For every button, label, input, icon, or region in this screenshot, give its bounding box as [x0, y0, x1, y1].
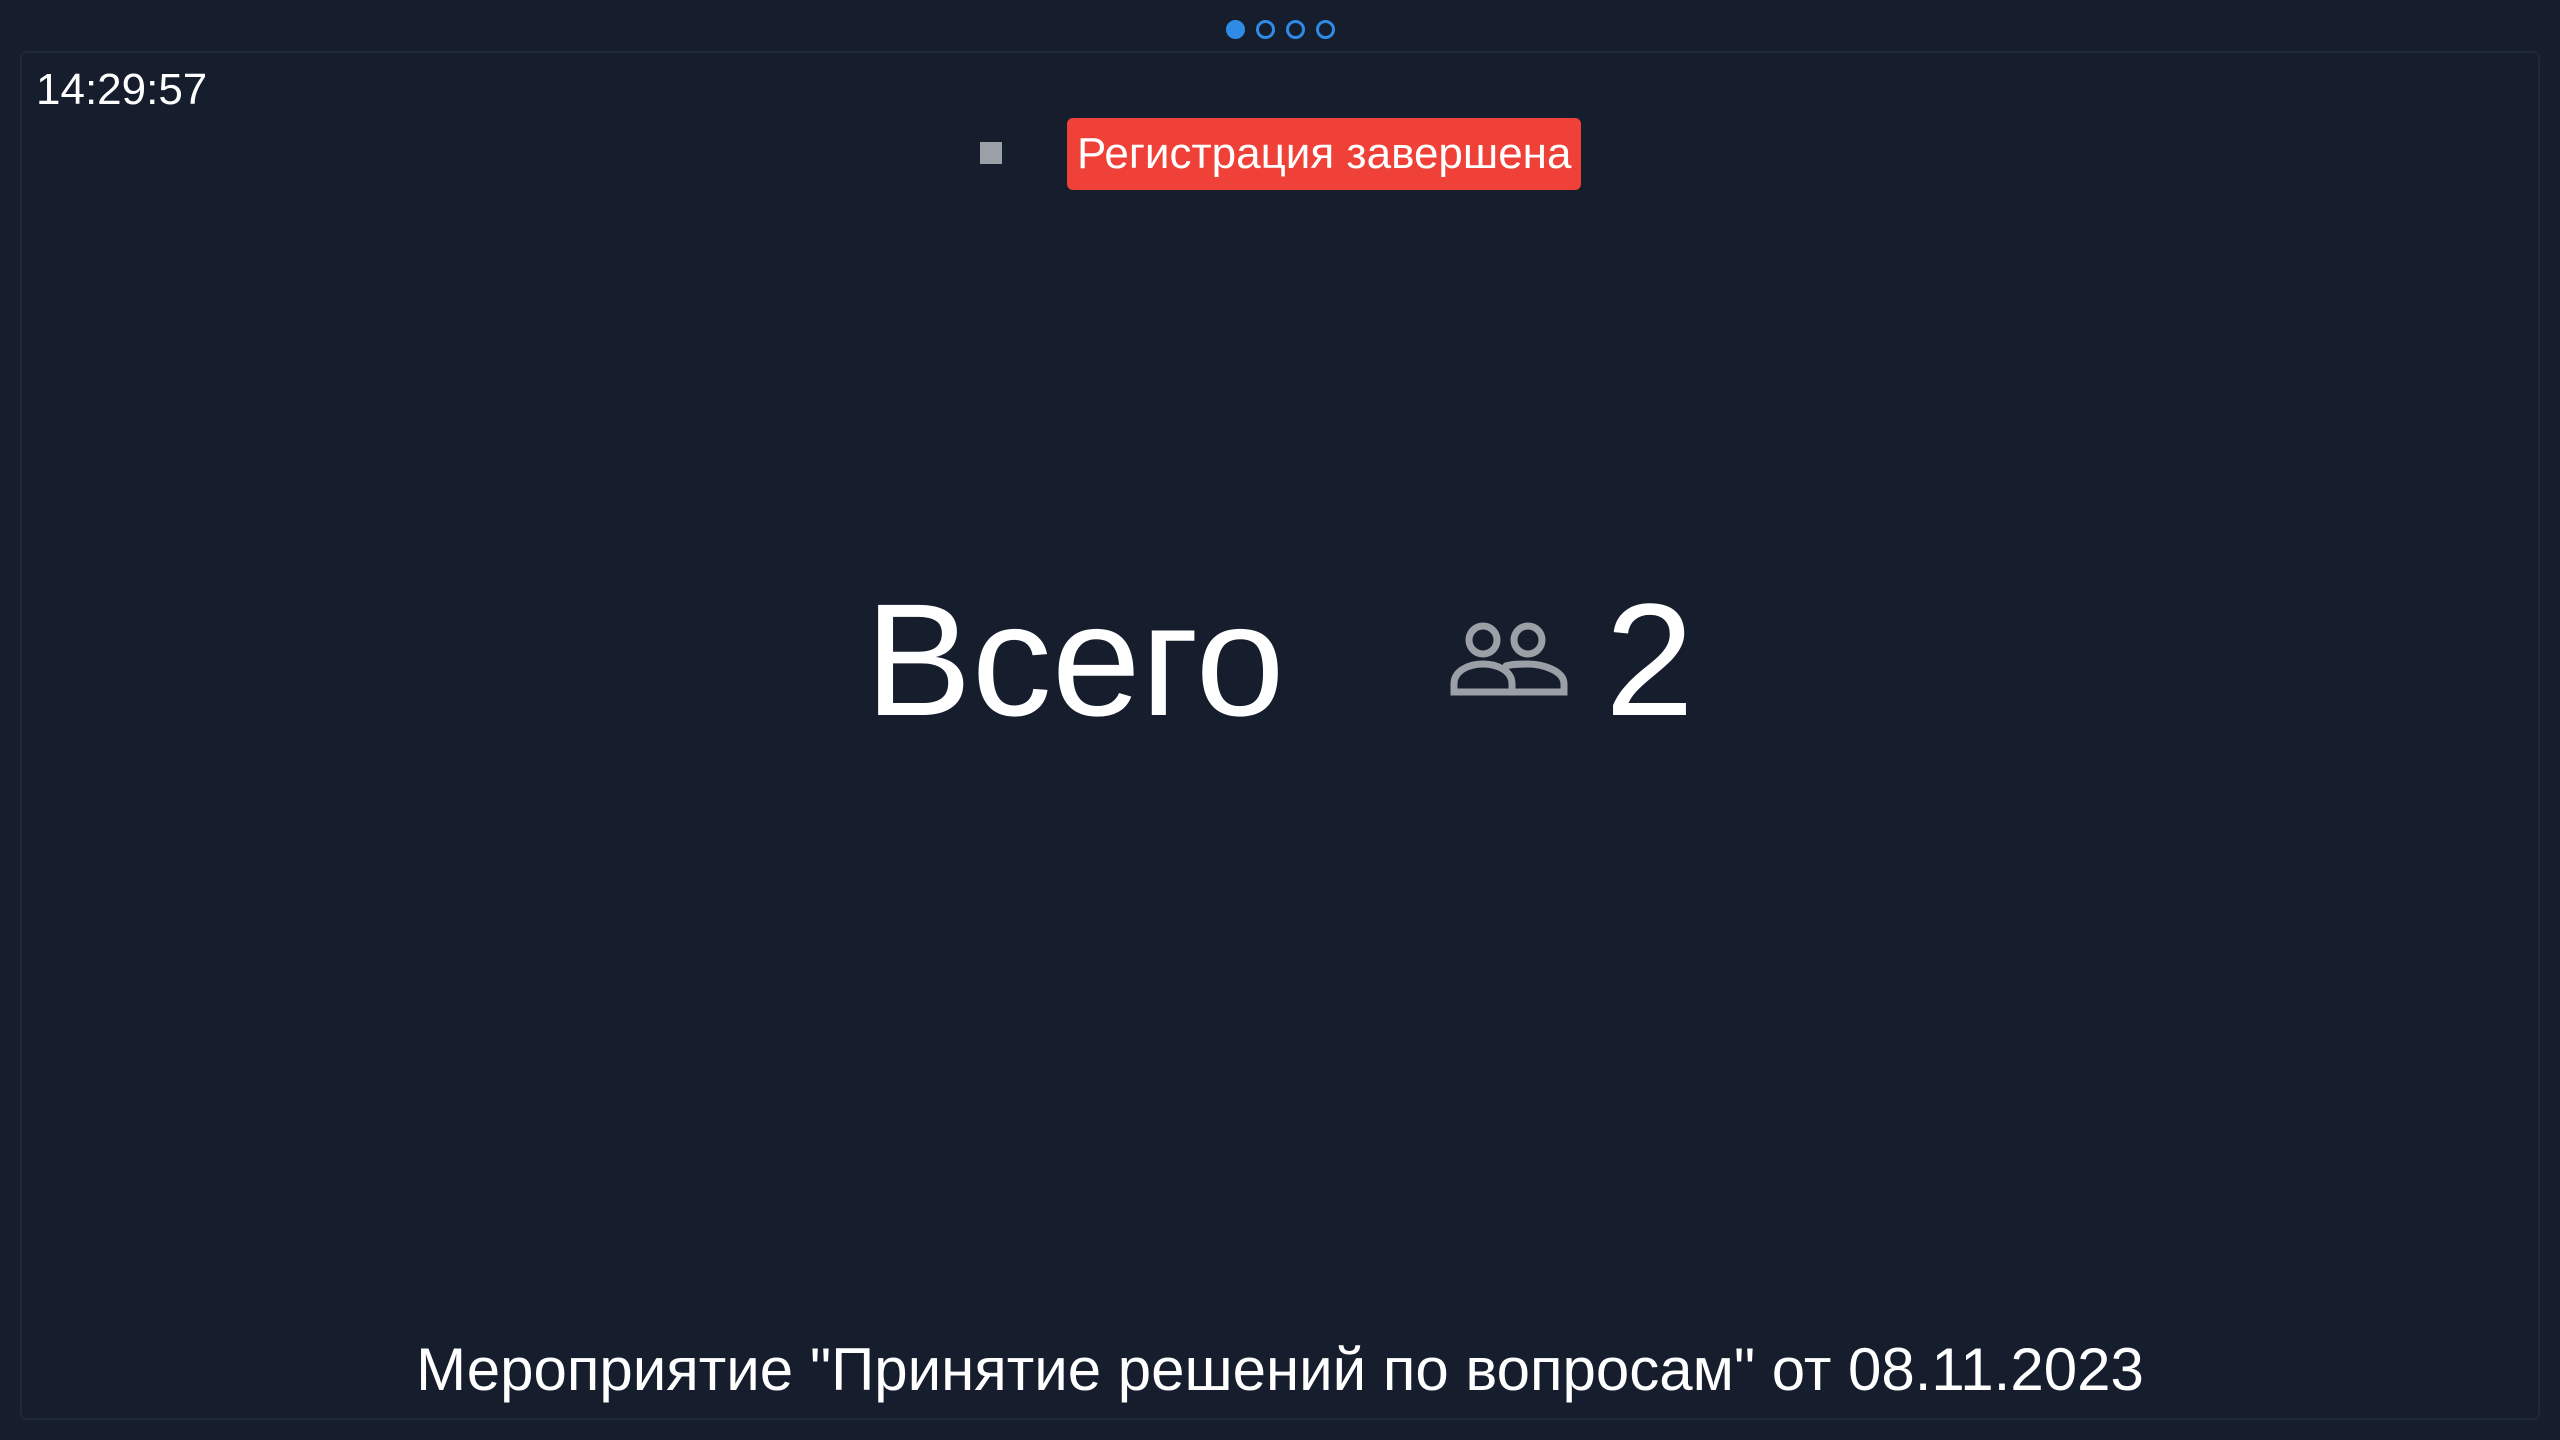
status-badge: Регистрация завершена: [1067, 118, 1582, 190]
clock: 14:29:57: [36, 65, 208, 114]
page-dot-2[interactable]: [1255, 20, 1275, 39]
total-count: 2: [1605, 570, 1694, 749]
page-dot-1[interactable]: [1225, 20, 1245, 39]
status-row: Регистрация завершена: [0, 118, 2560, 190]
page-dot-3[interactable]: [1285, 20, 1305, 39]
total-label: Всего: [865, 570, 1285, 749]
page-indicator: [0, 20, 2560, 40]
stop-square-icon: [980, 142, 1002, 164]
people-icon: [1450, 622, 1568, 696]
event-title: Мероприятие "Принятие решений по вопроса…: [416, 1336, 2144, 1403]
page-dot-4[interactable]: [1315, 20, 1335, 39]
